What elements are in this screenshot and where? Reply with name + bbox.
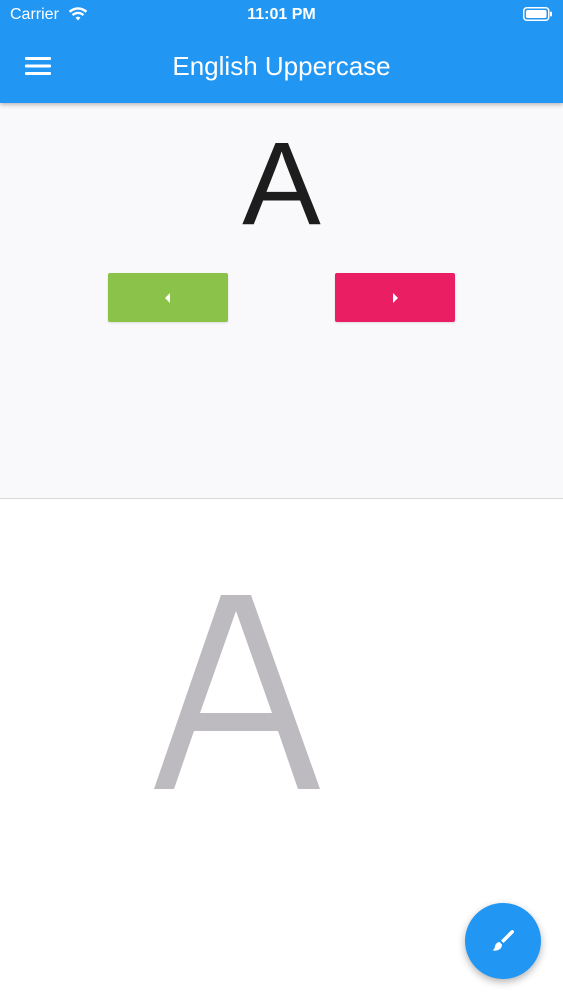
app-screen: Carrier 11:01 PM English Uppercase A	[0, 0, 563, 1000]
next-letter-button[interactable]	[335, 273, 455, 322]
page-title: English Uppercase	[172, 51, 391, 81]
app-bar: English Uppercase	[0, 30, 563, 103]
paint-fab-button[interactable]	[465, 903, 541, 979]
clock-time: 11:01 PM	[247, 6, 316, 23]
previous-letter-button[interactable]	[108, 273, 228, 322]
arrow-left-icon	[165, 292, 170, 303]
status-bar: Carrier 11:01 PM	[0, 0, 563, 30]
paintbrush-icon	[492, 929, 515, 951]
letter-display-panel: A	[0, 103, 563, 498]
current-letter: A	[242, 118, 321, 250]
guide-letter: A	[154, 595, 320, 789]
arrow-right-icon	[393, 292, 398, 303]
top-bar: Carrier 11:01 PM English Uppercase	[0, 0, 563, 103]
battery-icon	[523, 7, 552, 21]
